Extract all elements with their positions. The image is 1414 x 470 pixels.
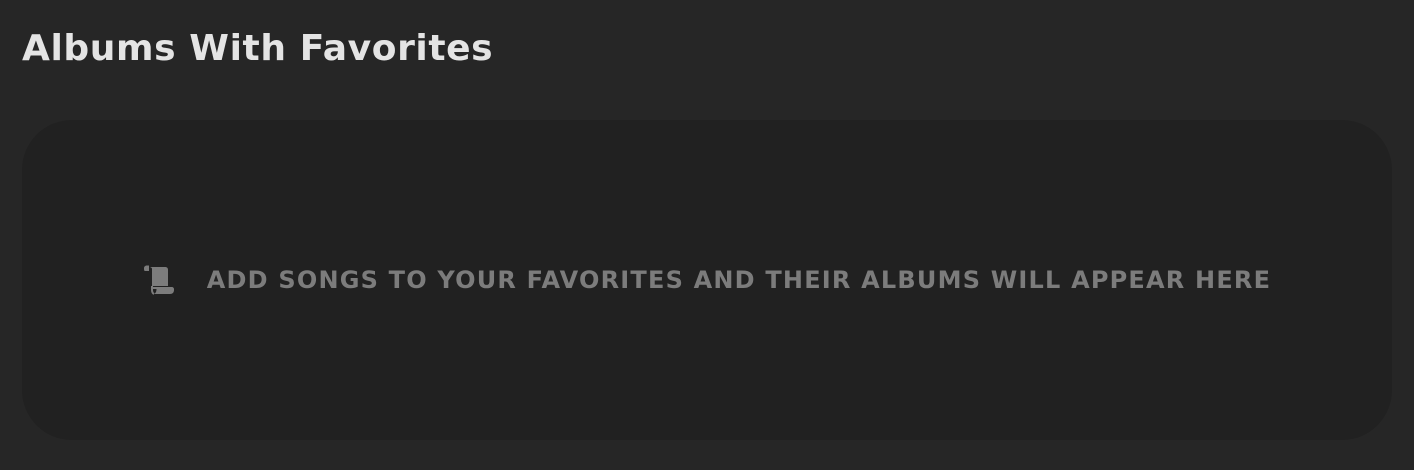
empty-state-message: ADD SONGS TO YOUR FAVORITES AND THEIR AL…	[141, 265, 1271, 295]
empty-state-card: ADD SONGS TO YOUR FAVORITES AND THEIR AL…	[22, 120, 1392, 440]
section-title: Albums With Favorites	[22, 28, 494, 69]
scroll-icon	[141, 265, 175, 295]
empty-state-text: ADD SONGS TO YOUR FAVORITES AND THEIR AL…	[206, 266, 1272, 294]
albums-with-favorites-section: Albums With Favorites ADD SONGS TO YOUR …	[0, 0, 1414, 470]
